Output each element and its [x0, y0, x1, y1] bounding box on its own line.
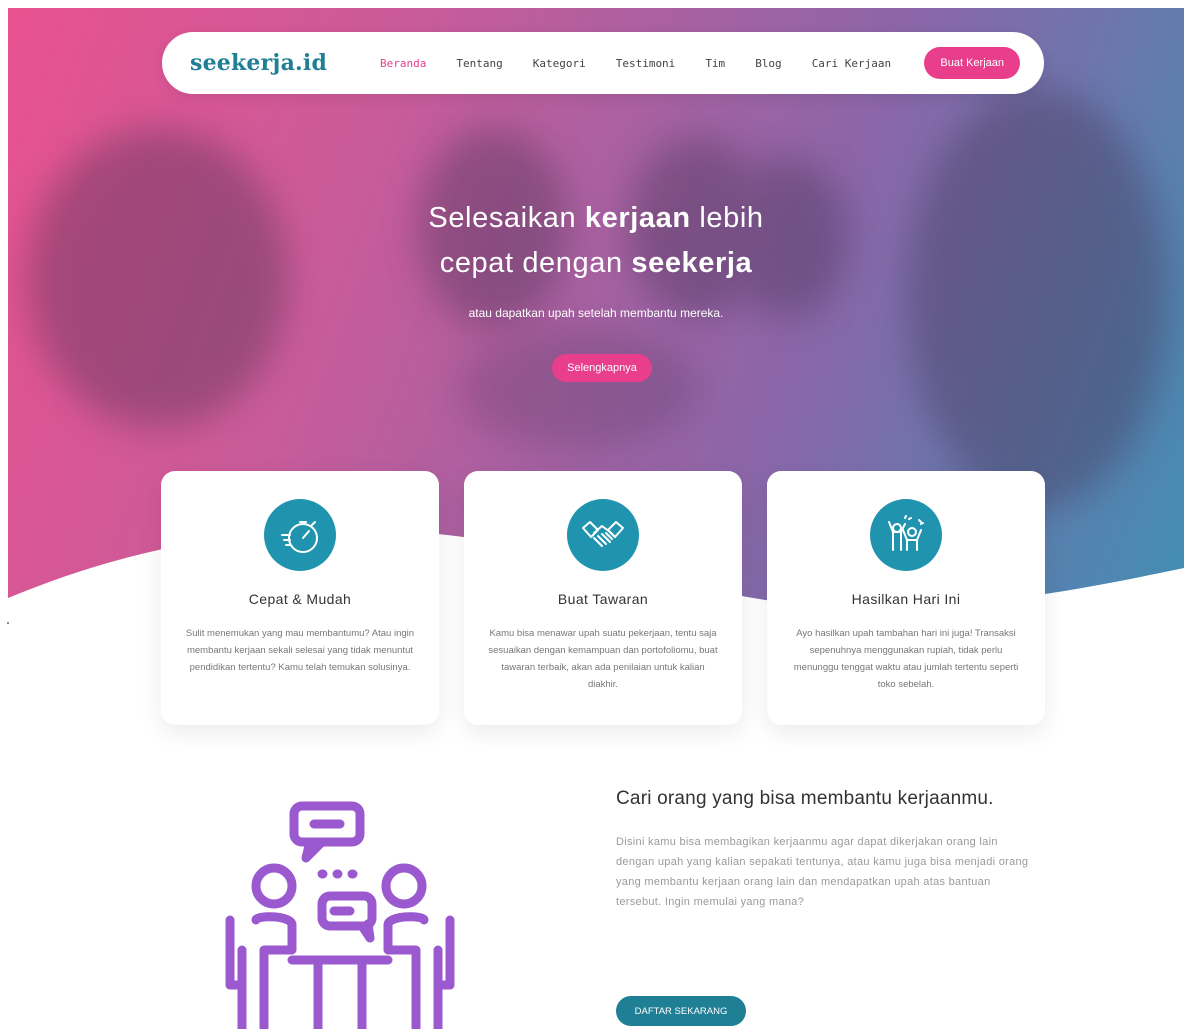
hero-title-bold: kerjaan [584, 202, 691, 234]
hero-title-bold: seekerja [631, 247, 753, 279]
daftar-sekarang-button[interactable]: DAFTAR SEKARANG [616, 996, 746, 1026]
card-text: Kamu bisa menawar upah suatu pekerjaan, … [488, 628, 718, 690]
hero-title-text: Selesaikan [428, 202, 585, 234]
selengkapnya-button[interactable]: Selengkapnya [552, 354, 652, 382]
nav-item-kategori[interactable]: Kategori [533, 57, 586, 70]
nav-item-testimoni[interactable]: Testimoni [616, 57, 676, 70]
card-title: Cepat & Mudah [248, 591, 352, 607]
section-text: Disini kamu bisa membagikan kerjaanmu ag… [616, 836, 1029, 908]
section-title: Cari orang yang bisa membantu kerjaanmu. [616, 788, 994, 809]
buat-kerjaan-button[interactable]: Buat Kerjaan [924, 47, 1020, 79]
feature-card-buat-tawaran: Buat Tawaran Kamu bisa menawar upah suat… [464, 471, 742, 725]
card-title: Hasilkan Hari Ini [851, 591, 961, 607]
card-text: Sulit menemukan yang mau membantumu? Ata… [185, 628, 415, 673]
nav-item-tim[interactable]: Tim [705, 57, 725, 70]
logo[interactable]: seekerja.id [190, 50, 380, 76]
nav-item-tentang[interactable]: Tentang [456, 57, 502, 70]
hero-title-text: lebih [690, 202, 764, 234]
nav-item-cari-kerjaan[interactable]: Cari Kerjaan [812, 57, 891, 70]
hero-title-text: cepat dengan [439, 247, 632, 279]
page: seekerja.id Beranda Tentang Kategori Tes… [0, 0, 1184, 1029]
feature-card-hasilkan-hari-ini: Hasilkan Hari Ini Ayo hasilkan upah tamb… [767, 471, 1045, 725]
hero-title-line-2: cepat dengan seekerja [8, 241, 1184, 286]
card-title: Buat Tawaran [557, 591, 649, 607]
feature-card-cepat-mudah: Cepat & Mudah Sulit menemukan yang mau m… [161, 471, 439, 725]
hero-title: Selesaikan kerjaan lebih cepat dengan se… [8, 196, 1184, 286]
stray-dot [7, 622, 9, 624]
card-text: Ayo hasilkan upah tambahan hari ini juga… [793, 628, 1019, 690]
handshake-icon [567, 499, 639, 571]
hero-title-line-1: Selesaikan kerjaan lebih [8, 196, 1184, 241]
people-talking-icon [225, 801, 455, 1029]
nav-item-beranda[interactable]: Beranda [380, 57, 426, 70]
top-navbar: seekerja.id Beranda Tentang Kategori Tes… [162, 32, 1044, 94]
nav-links: Beranda Tentang Kategori Testimoni Tim B… [380, 57, 924, 70]
celebration-icon [870, 499, 942, 571]
stopwatch-icon [264, 499, 336, 571]
hero-subtitle: atau dapatkan upah setelah membantu mere… [468, 306, 724, 320]
nav-item-blog[interactable]: Blog [755, 57, 782, 70]
